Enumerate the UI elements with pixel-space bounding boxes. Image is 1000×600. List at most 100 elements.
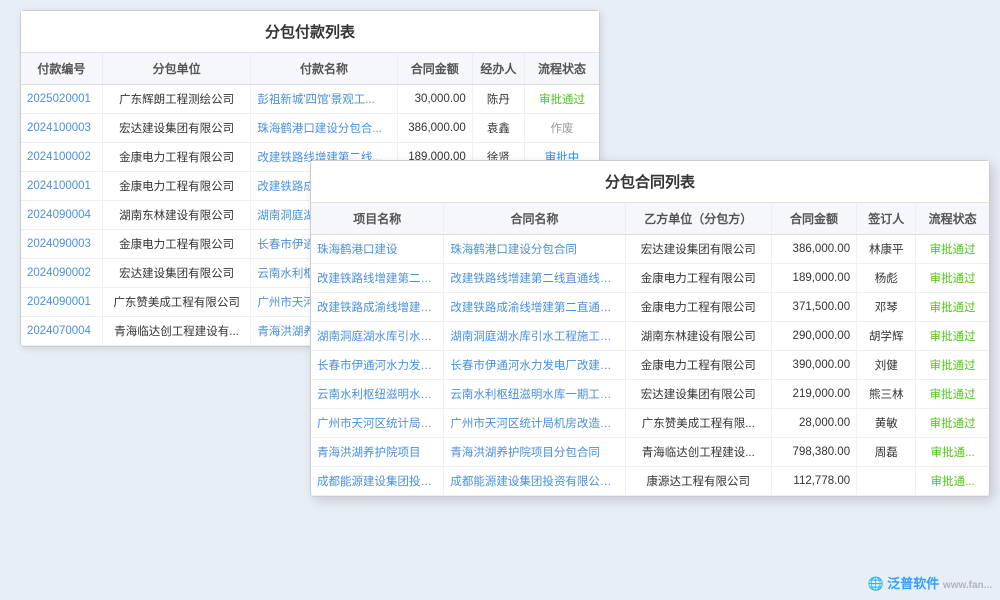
col-payment-id: 付款编号: [21, 53, 102, 85]
col-payment-name: 付款名称: [251, 53, 397, 85]
contract-project-cell[interactable]: 广州市天河区统计局机房改造项目: [311, 409, 444, 438]
contract-signer-cell: 熊三林: [857, 380, 916, 409]
contract-status-cell: 审批通过: [916, 322, 989, 351]
contract-project-cell[interactable]: 长春市伊通河水力发电厂改建工程: [311, 351, 444, 380]
col-project: 项目名称: [311, 203, 444, 235]
payment-handler-cell: 陈丹: [472, 85, 524, 114]
contract-signer-cell: 邓琴: [857, 293, 916, 322]
contract-signer-cell: 胡学辉: [857, 322, 916, 351]
contract-amount-cell: 290,000.00: [771, 322, 856, 351]
payment-id-cell[interactable]: 2024100002: [21, 143, 102, 172]
contract-signer-cell: 周磊: [857, 438, 916, 467]
payment-status-cell: 作废: [524, 114, 599, 143]
watermark-icon: 🌐: [867, 576, 883, 591]
contract-amount-cell: 28,000.00: [771, 409, 856, 438]
payment-id-cell[interactable]: 2024090003: [21, 230, 102, 259]
payment-table-row: 2025020001 广东辉朗工程测绘公司 彭祖新城'四馆'景观工... 30,…: [21, 85, 599, 114]
contract-status-cell: 审批通过: [916, 409, 989, 438]
payment-id-cell[interactable]: 2024100001: [21, 172, 102, 201]
contract-project-cell[interactable]: 云南水利枢纽滋明水库一期工程...: [311, 380, 444, 409]
contract-amount-cell: 386,000.00: [771, 235, 856, 264]
contract-amount-cell: 371,500.00: [771, 293, 856, 322]
col-company: 分包单位: [102, 53, 250, 85]
contract-name-cell[interactable]: 长春市伊通河水力发电厂改建工程分包合...: [444, 351, 625, 380]
payment-id-cell[interactable]: 2024090001: [21, 288, 102, 317]
col-contract-status: 流程状态: [916, 203, 989, 235]
contract-name-cell[interactable]: 湖南洞庭湖水库引水工程施工标分包合同: [444, 322, 625, 351]
payment-table-title: 分包付款列表: [21, 11, 599, 53]
contract-name-cell[interactable]: 云南水利枢纽滋明水库一期工程施工标...: [444, 380, 625, 409]
contract-project-cell[interactable]: 成都能源建设集团投资有限公司...: [311, 467, 444, 496]
contract-project-cell[interactable]: 珠海鹤港口建设: [311, 235, 444, 264]
payment-header-row: 付款编号 分包单位 付款名称 合同金额 经办人 流程状态: [21, 53, 599, 85]
col-status: 流程状态: [524, 53, 599, 85]
contract-status-cell: 审批通...: [916, 438, 989, 467]
contract-project-cell[interactable]: 改建铁路成渝线增建第二直通线...: [311, 293, 444, 322]
watermark: 🌐 泛普软件 www.fan...: [867, 573, 992, 592]
contract-company-cell: 宏达建设集团有限公司: [625, 380, 771, 409]
payment-id-cell[interactable]: 2024090004: [21, 201, 102, 230]
contract-name-cell[interactable]: 改建铁路线增建第二线直通线（成都-西...: [444, 264, 625, 293]
payment-company-cell: 广东辉朗工程测绘公司: [102, 85, 250, 114]
contract-amount-cell: 798,380.00: [771, 438, 856, 467]
contract-name-cell[interactable]: 改建铁路成渝线增建第二直通线（成渝-...: [444, 293, 625, 322]
contract-amount-cell: 189,000.00: [771, 264, 856, 293]
contract-company-cell: 青海临达创工程建设...: [625, 438, 771, 467]
contract-table-row: 湖南洞庭湖水库引水工程施工标 湖南洞庭湖水库引水工程施工标分包合同 湖南东林建设…: [311, 322, 989, 351]
contract-table-row: 改建铁路成渝线增建第二直通线... 改建铁路成渝线增建第二直通线（成渝-... …: [311, 293, 989, 322]
payment-company-cell: 湖南东林建设有限公司: [102, 201, 250, 230]
contract-table-container: 分包合同列表 项目名称 合同名称 乙方单位（分包方） 合同金额 签订人 流程状态…: [310, 160, 990, 497]
contract-status-cell: 审批通过: [916, 351, 989, 380]
payment-status-cell: 审批通过: [524, 85, 599, 114]
contract-signer-cell: 杨彪: [857, 264, 916, 293]
payment-name-cell[interactable]: 珠海鹤港口建设分包合...: [251, 114, 397, 143]
payment-id-cell[interactable]: 2024100003: [21, 114, 102, 143]
contract-table-row: 珠海鹤港口建设 珠海鹤港口建设分包合同 宏达建设集团有限公司 386,000.0…: [311, 235, 989, 264]
contract-company-cell: 湖南东林建设有限公司: [625, 322, 771, 351]
payment-company-cell: 宏达建设集团有限公司: [102, 114, 250, 143]
contract-signer-cell: 林康平: [857, 235, 916, 264]
contract-company-cell: 广东赞美成工程有限...: [625, 409, 771, 438]
col-contract-amount: 合同金额: [771, 203, 856, 235]
payment-id-cell[interactable]: 2025020001: [21, 85, 102, 114]
contract-company-cell: 金康电力工程有限公司: [625, 351, 771, 380]
contract-name-cell[interactable]: 成都能源建设集团投资有限公司临时办...: [444, 467, 625, 496]
payment-id-cell[interactable]: 2024090002: [21, 259, 102, 288]
contract-company-cell: 金康电力工程有限公司: [625, 293, 771, 322]
contract-signer-cell: 刘健: [857, 351, 916, 380]
payment-table-row: 2024100003 宏达建设集团有限公司 珠海鹤港口建设分包合... 386,…: [21, 114, 599, 143]
contract-table-row: 长春市伊通河水力发电厂改建工程 长春市伊通河水力发电厂改建工程分包合... 金康…: [311, 351, 989, 380]
col-handler: 经办人: [472, 53, 524, 85]
payment-name-cell[interactable]: 彭祖新城'四馆'景观工...: [251, 85, 397, 114]
payment-id-cell[interactable]: 2024070004: [21, 317, 102, 346]
col-amount: 合同金额: [397, 53, 472, 85]
contract-table-row: 成都能源建设集团投资有限公司... 成都能源建设集团投资有限公司临时办... 康…: [311, 467, 989, 496]
contract-table-row: 改建铁路线增建第二线直通线（... 改建铁路线增建第二线直通线（成都-西... …: [311, 264, 989, 293]
payment-handler-cell: 袁鑫: [472, 114, 524, 143]
payment-table-header: 付款编号 分包单位 付款名称 合同金额 经办人 流程状态: [21, 53, 599, 85]
contract-table-row: 青海洪湖养护院项目 青海洪湖养护院项目分包合同 青海临达创工程建设... 798…: [311, 438, 989, 467]
payment-company-cell: 广东赞美成工程有限公司: [102, 288, 250, 317]
contract-name-cell[interactable]: 珠海鹤港口建设分包合同: [444, 235, 625, 264]
contract-project-cell[interactable]: 改建铁路线增建第二线直通线（...: [311, 264, 444, 293]
contract-table-row: 云南水利枢纽滋明水库一期工程... 云南水利枢纽滋明水库一期工程施工标... 宏…: [311, 380, 989, 409]
contract-amount-cell: 219,000.00: [771, 380, 856, 409]
contract-name-cell[interactable]: 广州市天河区统计局机房改造项目分包合...: [444, 409, 625, 438]
contract-table-title: 分包合同列表: [311, 161, 989, 203]
watermark-text: 泛普软件: [887, 576, 939, 591]
contract-status-cell: 审批通过: [916, 293, 989, 322]
contract-project-cell[interactable]: 青海洪湖养护院项目: [311, 438, 444, 467]
payment-company-cell: 金康电力工程有限公司: [102, 172, 250, 201]
contract-company-cell: 金康电力工程有限公司: [625, 264, 771, 293]
contract-status-cell: 审批通...: [916, 467, 989, 496]
contract-status-cell: 审批通过: [916, 380, 989, 409]
contract-table-row: 广州市天河区统计局机房改造项目 广州市天河区统计局机房改造项目分包合... 广东…: [311, 409, 989, 438]
contract-signer-cell: 黄敏: [857, 409, 916, 438]
col-contract: 合同名称: [444, 203, 625, 235]
contract-name-cell[interactable]: 青海洪湖养护院项目分包合同: [444, 438, 625, 467]
col-signer: 签订人: [857, 203, 916, 235]
contract-project-cell[interactable]: 湖南洞庭湖水库引水工程施工标: [311, 322, 444, 351]
payment-company-cell: 金康电力工程有限公司: [102, 230, 250, 259]
contract-amount-cell: 112,778.00: [771, 467, 856, 496]
contract-table-body: 珠海鹤港口建设 珠海鹤港口建设分包合同 宏达建设集团有限公司 386,000.0…: [311, 235, 989, 496]
